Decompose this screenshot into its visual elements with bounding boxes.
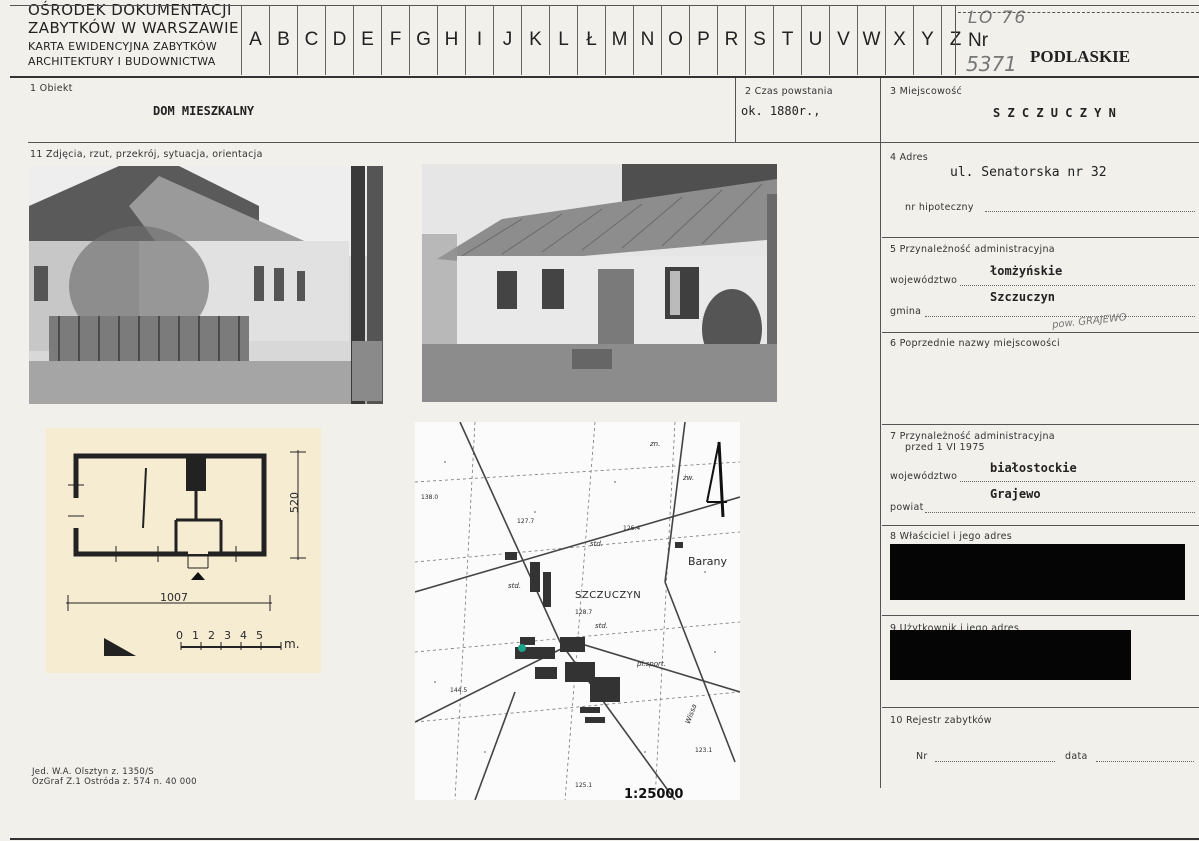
map-label-9: 123.1 (695, 747, 713, 754)
district-handwritten: pow. GRAJEWO (1051, 312, 1128, 331)
floor-plan: 520 1007 012345 m. (46, 428, 321, 673)
locality: S Z C Z U C Z Y N (993, 106, 1116, 120)
letter-cell: C (297, 5, 325, 75)
alphabet-index: ABCDEFGHIJKLŁMNOPRSTUVWXYZ (241, 5, 969, 75)
register-nr-label: Nr (916, 751, 928, 762)
print-info-2: OzGraf Z.1 Ostróda z. 574 n. 40 000 (32, 777, 197, 787)
letter-cell: J (493, 5, 521, 75)
letter-cell: M (605, 5, 633, 75)
voivodeship-value: łomżyńskie (990, 264, 1063, 278)
field-10-label: 10 Rejestr zabytków (890, 715, 992, 726)
field-7-label: 7 Przynależność administracyjna (890, 431, 1055, 442)
photo-house-corner (29, 166, 383, 404)
user-redaction (890, 630, 1131, 680)
card-title-line-2: ARCHITEKTURY I BUDOWNICTWA (28, 55, 216, 68)
scale-tick-label: 1 (192, 629, 199, 642)
commune-value: Szczuczyn (990, 290, 1056, 304)
map-label-11: zn. (650, 440, 661, 448)
field-5-label: 5 Przynależność administracyjna (890, 244, 1055, 255)
plan-dim-horizontal: 1007 (160, 591, 188, 604)
map-label-0: 138.0 (421, 494, 439, 501)
construction-date: ok. 1880r., (741, 104, 821, 118)
field-2-label: 2 Czas powstania (745, 86, 833, 97)
letter-cell: O (661, 5, 689, 75)
letter-cell: D (325, 5, 353, 75)
scale-tick-label: 5 (256, 629, 263, 642)
institution-line-2: ZABYTKÓW W WARSZAWIE (28, 19, 240, 37)
mortgage-nr-label: nr hipoteczny (905, 202, 974, 213)
former-district-value: Grajewo (990, 487, 1041, 501)
letter-cell: W (857, 5, 885, 75)
region-title: PODLASKIE (1030, 47, 1131, 66)
map-label-12: żw. (683, 474, 695, 482)
field-7-sublabel: przed 1 VI 1975 (905, 442, 985, 453)
map-label-6: 128.7 (575, 609, 593, 616)
institution-line-1: OŚRODEK DOKUMENTACJI (28, 1, 232, 19)
object-name: DOM MIESZKALNY (153, 104, 255, 118)
letter-cell: A (241, 5, 269, 75)
former-district-label: powiat (890, 502, 924, 513)
letter-cell: S (745, 5, 773, 75)
map-label-1: 127.7 (517, 518, 535, 525)
nr-handwritten: 5371 (966, 52, 1017, 76)
letter-cell: R (717, 5, 745, 75)
field-11-label: 11 Zdjęcia, rzut, przekrój, sytuacja, or… (30, 149, 263, 160)
map-label-4: std. (508, 582, 522, 590)
letter-cell: G (409, 5, 437, 75)
former-voivodeship-value: białostockie (990, 461, 1077, 475)
map-label-8: 144.5 (450, 687, 468, 694)
commune-label: gmina (890, 306, 922, 317)
letter-cell: L (549, 5, 577, 75)
letter-cell: E (353, 5, 381, 75)
owner-redaction (890, 544, 1185, 600)
register-date-label: data (1065, 751, 1088, 762)
letter-cell: N (633, 5, 661, 75)
nr-label: Nr (968, 30, 989, 51)
letter-cell: B (269, 5, 297, 75)
voivodeship-label: województwo (890, 275, 958, 286)
scale-bar-labels: 012345 (176, 629, 263, 642)
plan-dim-vertical: 520 (288, 492, 301, 513)
letter-cell: F (381, 5, 409, 75)
field-1-label: 1 Obiekt (30, 83, 73, 94)
field-6-label: 6 Poprzednie nazwy miejscowości (890, 338, 1060, 349)
print-info-1: Jed. W.A. Olsztyn z. 1350/S (32, 767, 154, 777)
letter-cell: P (689, 5, 717, 75)
scale-tick-label: 4 (240, 629, 247, 642)
location-map: SZCZUCZYN Barany 138.0 127.7 126.4 std. … (415, 422, 740, 800)
letter-cell: K (521, 5, 549, 75)
scale-tick-label: 3 (224, 629, 231, 642)
code-handwritten: LO 76 (968, 8, 1028, 28)
letter-cell: H (437, 5, 465, 75)
letter-cell: V (829, 5, 857, 75)
letter-cell: Y (913, 5, 941, 75)
photo-house-front (422, 164, 777, 402)
letter-cell: T (773, 5, 801, 75)
letter-cell: Ł (577, 5, 605, 75)
field-4-label: 4 Adres (890, 152, 929, 163)
card-title-line-1: KARTA EWIDENCYJNA ZABYTKÓW (28, 40, 218, 53)
former-voivodeship-label: województwo (890, 471, 958, 482)
map-town-label: SZCZUCZYN (575, 590, 642, 601)
map-scale: 1:25000 (624, 787, 684, 802)
map-label-5: std. (595, 622, 609, 630)
map-label-7: pl.sport. (637, 660, 666, 668)
scale-tick-label: 2 (208, 629, 215, 642)
field-8-label: 8 Właściciel i jego adres (890, 531, 1013, 542)
field-3-label: 3 Miejscowość (890, 86, 963, 97)
letter-cell: I (465, 5, 493, 75)
letter-cell: X (885, 5, 913, 75)
scale-unit: m. (284, 637, 300, 651)
letter-cell: U (801, 5, 829, 75)
map-label-10: 125.1 (575, 782, 593, 789)
map-label-3: std. (590, 540, 604, 548)
map-label-2: 126.4 (623, 525, 641, 532)
scale-tick-label: 0 (176, 629, 183, 642)
address: ul. Senatorska nr 32 (950, 165, 1107, 180)
map-village-label: Barany (688, 555, 728, 568)
